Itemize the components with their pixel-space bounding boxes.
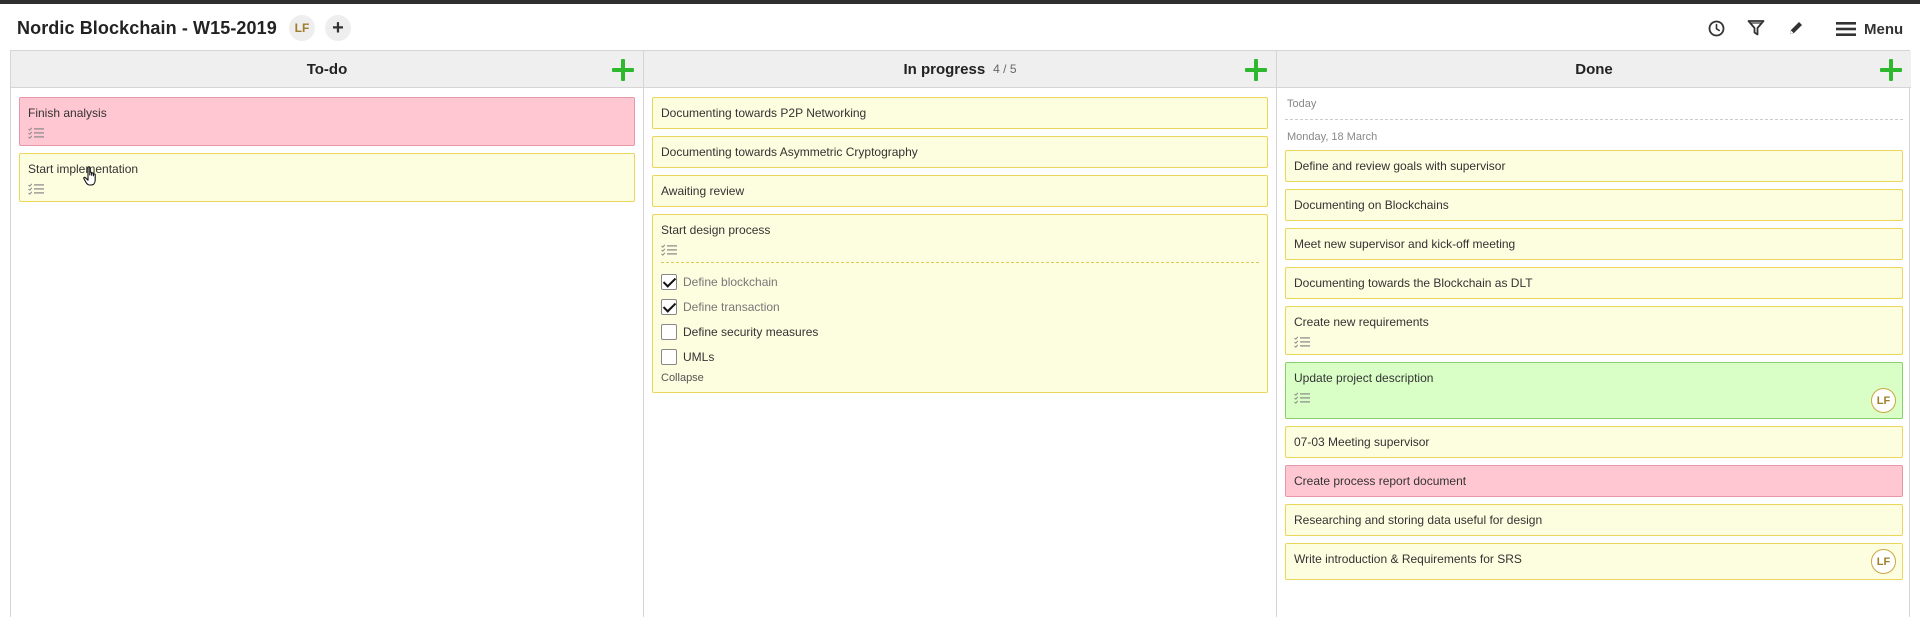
column-in-progress: In progress 4 / 5 Documenting towards P2… — [644, 51, 1277, 617]
column-title: In progress — [903, 60, 986, 78]
assignee-avatar[interactable]: LF — [1871, 388, 1896, 413]
collapse-link[interactable]: Collapse — [661, 372, 1259, 386]
menu-label: Menu — [1864, 20, 1904, 38]
kanban-board: To-do Finish analysis Start implementati… — [10, 50, 1911, 617]
card[interactable]: Documenting on Blockchains — [1285, 189, 1903, 221]
checklist-icon — [28, 183, 44, 195]
checkbox-unchecked[interactable] — [661, 348, 677, 365]
card-title: Create new requirements — [1294, 315, 1429, 329]
add-card-button[interactable] — [1879, 58, 1903, 82]
card-title: Start design process — [661, 223, 771, 237]
add-member-button[interactable]: + — [325, 15, 351, 41]
card[interactable]: Write introduction & Requirements for SR… — [1285, 543, 1903, 580]
column-title: Done — [1575, 60, 1613, 78]
checklist-icon — [28, 127, 44, 139]
card-expanded[interactable]: Start design process Define blockchain D… — [652, 214, 1268, 393]
card-title: Update project description — [1294, 371, 1434, 385]
checklist-item: Define security measures — [661, 319, 1259, 344]
checklist-item-label: Define blockchain — [683, 274, 778, 289]
column-header-todo: To-do — [11, 51, 643, 88]
pencil-icon[interactable] — [1784, 17, 1806, 39]
card[interactable]: 07-03 Meeting supervisor — [1285, 426, 1903, 458]
card-title: Awaiting review — [661, 184, 745, 198]
board-header: Nordic Blockchain - W15-2019 LF + Menu — [0, 4, 1920, 50]
card-title: Finish analysis — [28, 106, 107, 120]
group-label-today: Today — [1287, 98, 1317, 110]
checkbox-checked[interactable] — [661, 273, 677, 290]
card-title: Start implementation — [28, 162, 139, 176]
group-label-date: Monday, 18 March — [1287, 131, 1378, 143]
column-title: To-do — [306, 60, 348, 78]
filter-icon[interactable] — [1745, 17, 1767, 39]
hamburger-icon — [1836, 22, 1856, 36]
card[interactable]: Finish analysis — [19, 97, 635, 146]
checklist-item: UMLs — [661, 344, 1259, 369]
card-title: Documenting towards the Blockchain as DL… — [1294, 276, 1533, 290]
card-title: Create process report document — [1294, 474, 1467, 488]
checklist-item-label: UMLs — [683, 349, 715, 364]
checklist-icon — [1294, 392, 1310, 404]
column-header-in-progress: In progress 4 / 5 — [644, 51, 1276, 88]
column-todo: To-do Finish analysis Start implementati… — [11, 51, 644, 617]
card[interactable]: Start implementation — [19, 153, 635, 202]
card[interactable]: Researching and storing data useful for … — [1285, 504, 1903, 536]
checkbox-unchecked[interactable] — [661, 323, 677, 340]
add-card-button[interactable] — [1244, 58, 1268, 82]
checklist-icon — [1294, 336, 1310, 348]
card[interactable]: Awaiting review — [652, 175, 1268, 207]
card[interactable]: Documenting towards P2P Networking — [652, 97, 1268, 129]
checklist-icon — [661, 244, 677, 256]
card-title: 07-03 Meeting supervisor — [1294, 435, 1430, 449]
clock-icon[interactable] — [1705, 17, 1727, 39]
column-header-done: Done — [1277, 51, 1911, 88]
card[interactable]: Create process report document — [1285, 465, 1903, 497]
board-title[interactable]: Nordic Blockchain - W15-2019 — [17, 18, 277, 39]
card-title: Researching and storing data useful for … — [1294, 513, 1543, 527]
card-title: Define and review goals with supervisor — [1294, 159, 1506, 173]
card[interactable]: Documenting towards the Blockchain as DL… — [1285, 267, 1903, 299]
card[interactable]: Documenting towards Asymmetric Cryptogra… — [652, 136, 1268, 168]
checklist-item-label: Define security measures — [683, 324, 819, 339]
card[interactable]: Create new requirements — [1285, 306, 1903, 355]
add-card-button[interactable] — [611, 58, 635, 82]
checklist-item: Define blockchain — [661, 269, 1259, 294]
group-divider — [1285, 119, 1903, 120]
checklist-item: Define transaction — [661, 294, 1259, 319]
card-title: Documenting towards P2P Networking — [661, 106, 867, 120]
assignee-avatar[interactable]: LF — [1871, 549, 1896, 574]
menu-button[interactable]: Menu — [1836, 18, 1903, 40]
checkbox-checked[interactable] — [661, 298, 677, 315]
card[interactable]: Update project description LF — [1285, 362, 1903, 419]
hand-cursor-icon — [83, 166, 96, 186]
wip-count: 4 / 5 — [993, 62, 1017, 76]
card-title: Documenting towards Asymmetric Cryptogra… — [661, 145, 918, 159]
card[interactable]: Meet new supervisor and kick-off meeting — [1285, 228, 1903, 260]
card-title: Meet new supervisor and kick-off meeting — [1294, 237, 1516, 251]
card[interactable]: Define and review goals with supervisor — [1285, 150, 1903, 182]
column-done: Done Today Monday, 18 March Define and r… — [1277, 51, 1911, 617]
card-title: Documenting on Blockchains — [1294, 198, 1449, 212]
member-avatar[interactable]: LF — [289, 15, 315, 41]
card-title: Write introduction & Requirements for SR… — [1294, 552, 1522, 566]
checklist-item-label: Define transaction — [683, 299, 780, 314]
checklist-divider — [661, 262, 1259, 263]
